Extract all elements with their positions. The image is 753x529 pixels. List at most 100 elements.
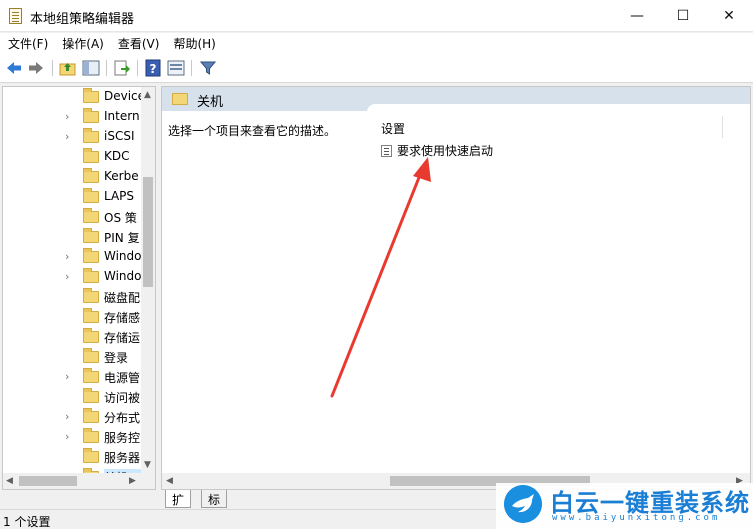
- tree-item[interactable]: OS 策: [3, 207, 143, 227]
- folder-icon: [83, 228, 99, 243]
- folder-icon: [83, 248, 99, 263]
- tree-horizontal-scrollbar[interactable]: ◀ ▶: [3, 473, 155, 489]
- tree-item-label: Device: [104, 89, 142, 103]
- watermark: 白云一键重装系统 www.baiyunxitong.com: [496, 483, 753, 529]
- folder-icon: [83, 108, 99, 123]
- tree-item-label: 电源管: [104, 371, 141, 385]
- svg-text:?: ?: [150, 62, 157, 76]
- scroll-right-icon[interactable]: ▶: [129, 476, 136, 486]
- tree-item[interactable]: 存储运: [3, 327, 143, 347]
- scroll-down-icon[interactable]: ▼: [144, 460, 151, 470]
- tree-item[interactable]: › iSCSI: [3, 127, 143, 147]
- folder-icon: [83, 308, 99, 323]
- folder-icon: [83, 288, 99, 303]
- up-folder-icon[interactable]: [59, 59, 77, 77]
- tree-item-label: 存储运: [104, 331, 141, 345]
- menu-bar: 文件(F) 操作(A) 查看(V) 帮助(H): [0, 33, 753, 55]
- menu-view[interactable]: 查看(V): [110, 34, 166, 54]
- forward-arrow-icon[interactable]: [27, 59, 45, 77]
- folder-icon: [83, 148, 99, 163]
- help-icon[interactable]: ?: [144, 59, 162, 77]
- tree-item-label: 磁盘配: [104, 291, 141, 305]
- tab-standard[interactable]: 标准: [201, 490, 228, 524]
- tree-hscroll-thumb[interactable]: [19, 476, 77, 486]
- maximize-button[interactable]: ☐: [660, 0, 706, 32]
- folder-icon: [172, 93, 188, 105]
- tab-extended[interactable]: 扩展: [165, 490, 192, 524]
- menu-file[interactable]: 文件(F): [0, 34, 54, 54]
- tree-item-label: Windo: [104, 269, 142, 283]
- expand-chevron-icon[interactable]: ›: [65, 110, 69, 123]
- expand-chevron-icon[interactable]: ›: [65, 130, 69, 143]
- tree-item[interactable]: 服务器: [3, 447, 143, 467]
- tree-scroll-thumb[interactable]: [143, 177, 153, 287]
- setting-item-label[interactable]: 要求使用快速启动: [397, 142, 493, 159]
- details-title: 关机: [197, 95, 224, 110]
- back-arrow-icon[interactable]: [5, 59, 23, 77]
- close-button[interactable]: ✕: [706, 0, 752, 32]
- minimize-button[interactable]: —: [614, 0, 660, 32]
- column-divider[interactable]: [722, 116, 723, 138]
- description-text: 选择一个项目来查看它的描述。: [168, 124, 337, 138]
- tree-item-label: LAPS: [104, 189, 135, 203]
- tree-item[interactable]: Kerbe: [3, 167, 143, 187]
- properties-icon[interactable]: [167, 59, 185, 77]
- folder-icon: [83, 448, 99, 463]
- scroll-left-icon[interactable]: ◀: [6, 476, 13, 486]
- toolbar-separator: [137, 60, 138, 76]
- toolbar-separator: [106, 60, 107, 76]
- policy-editor-icon: [9, 8, 22, 24]
- tree-item-label: 存储感: [104, 311, 141, 325]
- tree-item-label: 服务器: [104, 451, 141, 465]
- folder-icon: [83, 328, 99, 343]
- tree-item[interactable]: › 服务控: [3, 427, 143, 447]
- folder-icon: [83, 208, 99, 223]
- tree-item[interactable]: 磁盘配: [3, 287, 143, 307]
- tree-item[interactable]: › Windo: [3, 247, 143, 267]
- watermark-url: www.baiyunxitong.com: [552, 513, 721, 523]
- tree-item-label: Windo: [104, 249, 142, 263]
- tree-item[interactable]: › 电源管: [3, 367, 143, 387]
- tree-item[interactable]: PIN 复: [3, 227, 143, 247]
- expand-chevron-icon[interactable]: ›: [65, 250, 69, 263]
- expand-chevron-icon[interactable]: ›: [65, 270, 69, 283]
- filter-icon[interactable]: [199, 59, 217, 77]
- tree-item-label: 登录: [104, 351, 129, 365]
- tree-item[interactable]: 访问被: [3, 387, 143, 407]
- expand-chevron-icon[interactable]: ›: [65, 430, 69, 443]
- export-list-icon[interactable]: [113, 59, 131, 77]
- tree-item[interactable]: KDC: [3, 147, 143, 167]
- tree-item-label: PIN 复: [104, 231, 140, 245]
- column-header-setting[interactable]: 设置: [381, 120, 405, 137]
- toolbar: ?: [0, 55, 753, 83]
- menu-help[interactable]: 帮助(H): [165, 34, 221, 54]
- settings-list: 设置 要求使用快速启动: [367, 104, 750, 474]
- tree-item[interactable]: 登录: [3, 347, 143, 367]
- folder-icon: [83, 268, 99, 283]
- folder-icon: [83, 168, 99, 183]
- title-bar: 本地组策略编辑器 — ☐ ✕: [0, 0, 753, 32]
- show-hide-tree-icon[interactable]: [82, 59, 100, 77]
- tree-vertical-scrollbar[interactable]: ▲ ▼: [141, 87, 155, 473]
- folder-icon: [83, 348, 99, 363]
- expand-chevron-icon[interactable]: ›: [65, 410, 69, 423]
- tree-item[interactable]: › Intern: [3, 107, 143, 127]
- scroll-up-icon[interactable]: ▲: [144, 90, 151, 100]
- tree-item-label: KDC: [104, 149, 130, 163]
- setting-document-icon: [381, 145, 392, 157]
- tree-item[interactable]: › 分布式: [3, 407, 143, 427]
- tree-item[interactable]: › Windo: [3, 267, 143, 287]
- scroll-left-icon[interactable]: ◀: [166, 476, 173, 486]
- folder-icon: [83, 188, 99, 203]
- bird-logo-icon: [504, 485, 542, 523]
- menu-action[interactable]: 操作(A): [54, 34, 110, 54]
- tree-item-label: 服务控: [104, 431, 141, 445]
- expand-chevron-icon[interactable]: ›: [65, 370, 69, 383]
- toolbar-separator: [52, 60, 53, 76]
- tree-item-label: Intern: [104, 109, 140, 123]
- tree-item[interactable]: Device: [3, 87, 143, 107]
- tree-item[interactable]: 存储感: [3, 307, 143, 327]
- tree-pane[interactable]: Device › Intern › iSCSI KDC Kerbe LAPS OS 策 PIN 复…: [2, 86, 156, 490]
- tree-item[interactable]: LAPS: [3, 187, 143, 207]
- tree-item-label: Kerbe: [104, 169, 139, 183]
